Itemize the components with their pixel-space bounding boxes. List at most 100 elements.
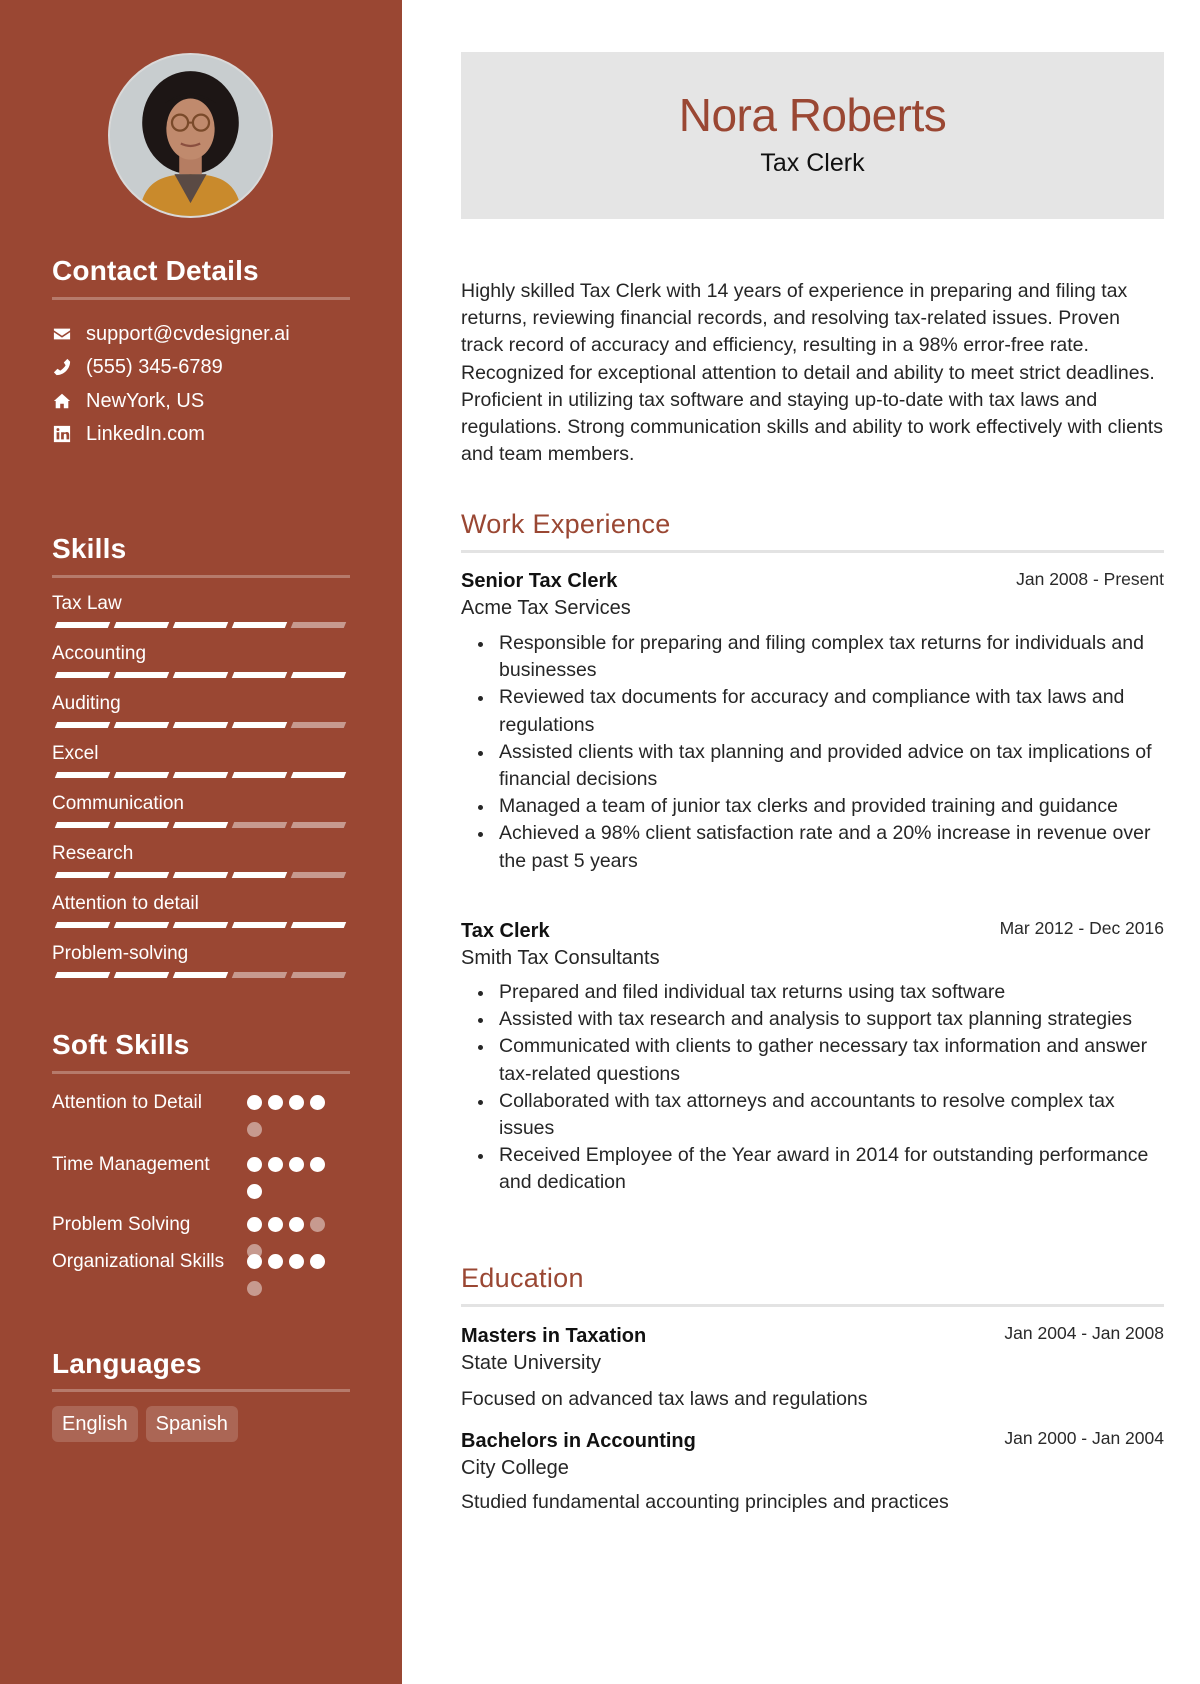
work-experience-divider xyxy=(461,550,1164,553)
rating-segment-filled xyxy=(231,872,288,878)
job-bullet: Assisted clients with tax planning and p… xyxy=(461,739,1166,793)
job-bullet: Received Employee of the Year award in 2… xyxy=(461,1142,1166,1196)
job-bullets: Responsible for preparing and filing com… xyxy=(461,630,1166,875)
rating-segment-filled xyxy=(54,922,111,928)
rating-dot-filled xyxy=(247,1095,262,1110)
skill-label: Communication xyxy=(52,793,184,814)
job-bullet: Managed a team of junior tax clerks and … xyxy=(461,793,1166,820)
contact-location-text: NewYork, US xyxy=(86,390,205,412)
education-dates: Jan 2004 - Jan 2008 xyxy=(1004,1323,1164,1343)
education-description: Focused on advanced tax laws and regulat… xyxy=(461,1388,868,1410)
contact-phone[interactable]: (555) 345-6789 xyxy=(52,354,223,380)
rating-segment-filled xyxy=(231,672,288,678)
rating-dot-filled xyxy=(247,1157,262,1172)
profile-summary: Highly skilled Tax Clerk with 14 years o… xyxy=(461,280,1163,466)
rating-segment-filled xyxy=(231,722,288,728)
rating-dot-filled xyxy=(289,1157,304,1172)
rating-segment-filled xyxy=(113,622,170,628)
rating-segment-filled xyxy=(54,722,111,728)
job-title: Senior Tax Clerk xyxy=(461,570,618,592)
job-dates: Jan 2008 - Present xyxy=(1016,569,1164,589)
skill-rating-bar xyxy=(54,922,347,928)
candidate-title: Tax Clerk xyxy=(760,149,865,177)
job-bullet: Reviewed tax documents for accuracy and … xyxy=(461,684,1166,738)
rating-segment-filled xyxy=(54,872,111,878)
job-bullet: Communicated with clients to gather nece… xyxy=(461,1033,1166,1087)
rating-segment-filled xyxy=(172,872,229,878)
job-bullet: Responsible for preparing and filing com… xyxy=(461,630,1166,684)
skill-label: Attention to detail xyxy=(52,893,199,914)
skill-label: Accounting xyxy=(52,643,147,664)
contact-linkedin[interactable]: LinkedIn.com xyxy=(52,421,205,447)
rating-segment-empty xyxy=(290,722,347,728)
rating-segment-filled xyxy=(113,872,170,878)
rating-dot-filled xyxy=(268,1157,283,1172)
rating-dot-filled xyxy=(247,1184,262,1199)
job-company: Smith Tax Consultants xyxy=(461,947,660,969)
rating-segment-filled xyxy=(172,972,229,978)
rating-segment-filled xyxy=(231,622,288,628)
skill-label: Problem-solving xyxy=(52,943,189,964)
home-icon xyxy=(52,391,72,411)
soft-skills-divider xyxy=(52,1071,350,1074)
rating-segment-filled xyxy=(231,772,288,778)
education-dates: Jan 2000 - Jan 2004 xyxy=(1004,1428,1164,1448)
rating-segment-filled xyxy=(54,672,111,678)
contact-email[interactable]: support@cvdesigner.ai xyxy=(52,321,290,347)
contact-divider xyxy=(52,297,350,300)
rating-segment-filled xyxy=(290,922,347,928)
degree-title: Bachelors in Accounting xyxy=(461,1430,696,1452)
skill-rating-bar xyxy=(54,772,347,778)
job-bullet: Assisted with tax research and analysis … xyxy=(461,1006,1166,1033)
soft-skill-label: Problem Solving xyxy=(52,1214,191,1235)
skills-heading: Skills xyxy=(52,533,127,564)
candidate-name: Nora Roberts xyxy=(678,89,947,141)
soft-skill-label: Organizational Skills xyxy=(52,1251,225,1272)
rating-segment-filled xyxy=(172,822,229,828)
contact-heading: Contact Details xyxy=(52,255,259,286)
soft-skill-rating xyxy=(247,1254,337,1296)
skill-label: Auditing xyxy=(52,693,121,714)
rating-dot-filled xyxy=(289,1254,304,1269)
school-name: State University xyxy=(461,1352,602,1374)
rating-segment-empty xyxy=(290,972,347,978)
job-title: Tax Clerk xyxy=(461,920,550,942)
job-bullet: Collaborated with tax attorneys and acco… xyxy=(461,1088,1166,1142)
skill-label: Excel xyxy=(52,743,99,764)
languages-divider xyxy=(52,1389,350,1392)
rating-segment-filled xyxy=(54,622,111,628)
rating-dot-filled xyxy=(268,1254,283,1269)
rating-segment-filled xyxy=(113,772,170,778)
work-experience-heading: Work Experience xyxy=(461,509,671,539)
linkedin-icon xyxy=(52,424,72,444)
skills-divider xyxy=(52,575,350,578)
skill-rating-bar xyxy=(54,822,347,828)
rating-segment-empty xyxy=(290,822,347,828)
rating-segment-filled xyxy=(290,672,347,678)
job-dates: Mar 2012 - Dec 2016 xyxy=(999,918,1164,938)
contact-location: NewYork, US xyxy=(52,388,204,414)
skill-rating-bar xyxy=(54,722,347,728)
profile-photo xyxy=(110,55,271,216)
rating-dot-empty xyxy=(247,1281,262,1296)
contact-phone-text: (555) 345-6789 xyxy=(86,356,223,378)
avatar xyxy=(108,53,273,218)
rating-segment-filled xyxy=(172,772,229,778)
skill-label: Research xyxy=(52,843,134,864)
envelope-icon xyxy=(52,324,72,344)
rating-segment-filled xyxy=(172,922,229,928)
rating-segment-filled xyxy=(113,822,170,828)
rating-segment-filled xyxy=(113,922,170,928)
skill-rating-bar xyxy=(54,872,347,878)
rating-dot-filled xyxy=(310,1254,325,1269)
rating-dot-filled xyxy=(310,1095,325,1110)
rating-segment-filled xyxy=(113,672,170,678)
languages-heading: Languages xyxy=(52,1348,202,1379)
rating-dot-filled xyxy=(289,1095,304,1110)
rating-dot-filled xyxy=(310,1157,325,1172)
job-bullet: Achieved a 98% client satisfaction rate … xyxy=(461,820,1166,874)
name-header: Nora Roberts Tax Clerk xyxy=(461,52,1164,219)
skill-label: Tax Law xyxy=(52,593,122,614)
school-name: City College xyxy=(461,1457,569,1479)
rating-dot-empty xyxy=(247,1122,262,1137)
